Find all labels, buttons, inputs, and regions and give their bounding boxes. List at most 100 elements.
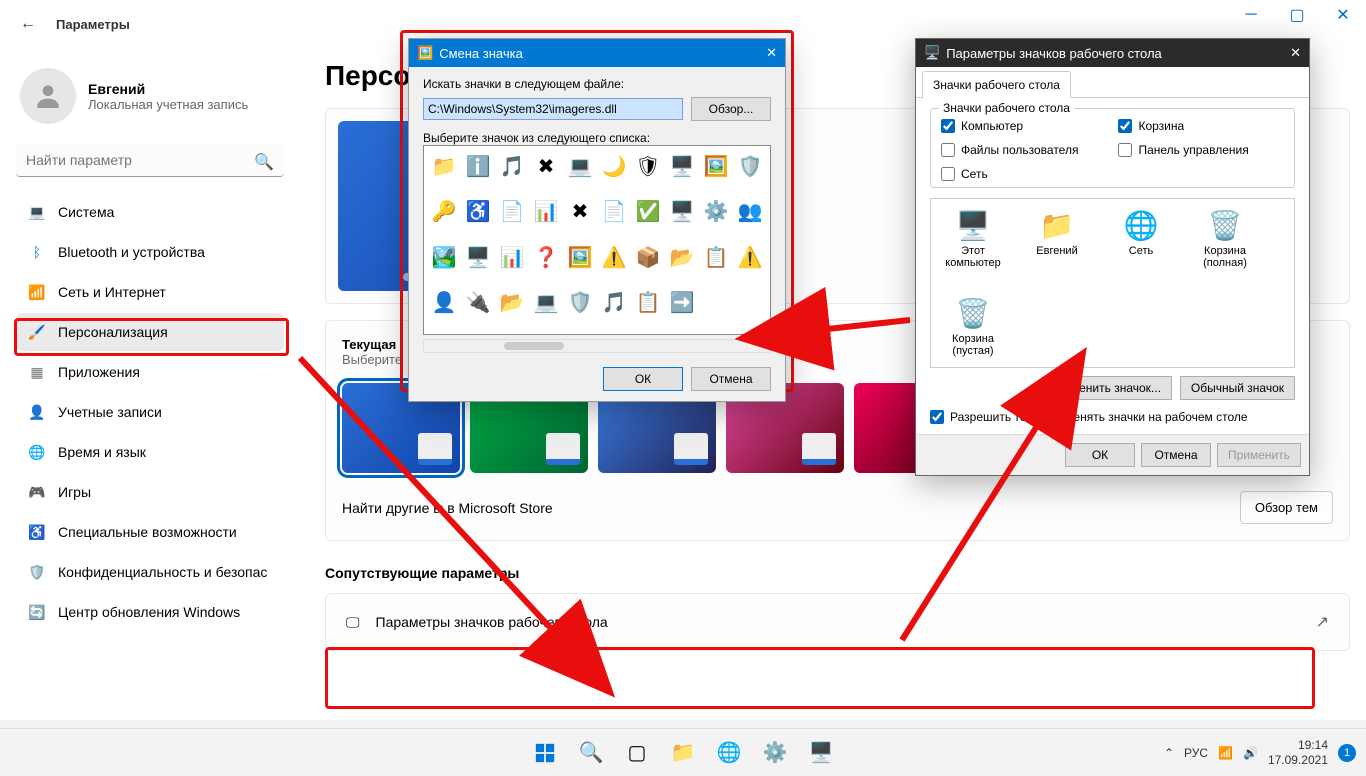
icon-option[interactable]: 👥 [736,198,764,226]
icon-option[interactable]: 👤 [430,289,458,317]
settings-taskbar-icon[interactable]: ⚙️ [755,733,795,773]
icon-option[interactable]: 🎵 [498,152,526,180]
icon-option[interactable]: 📋 [702,243,730,271]
sidebar-item-0[interactable]: 💻Система [16,193,284,231]
maximize-button[interactable]: ▢ [1274,0,1320,30]
icon-option[interactable]: 💻 [566,152,594,180]
icon-option[interactable]: 🖼️ [566,243,594,271]
icon-option[interactable]: ✖ [532,152,560,180]
checkbox-Корзина[interactable]: Корзина [1118,119,1248,133]
select-icon-label: Выберите значок из следующего списка: [423,131,771,145]
dialog1-ok-button[interactable]: ОК [603,367,683,391]
icon-grid-scrollbar[interactable] [423,339,771,353]
sidebar-item-4[interactable]: ▦Приложения [16,353,284,391]
icon-option[interactable]: 📁 [430,152,458,180]
preview-icon[interactable]: 🗑️Корзина (пустая) [941,297,1005,357]
sidebar-item-2[interactable]: 📶Сеть и Интернет [16,273,284,311]
clock[interactable]: 19:14 17.09.2021 [1268,738,1328,767]
icon-grid[interactable]: 📁ℹ️🎵✖💻🌙🛡🖥️🖼️🛡️🔑♿📄📊✖📄✅🖥️⚙️👥🏞️🖥️📊❓🖼️⚠️📦📂📋⚠… [423,145,771,335]
icon-option[interactable]: ⚠️ [736,243,764,271]
dialog2-ok-button[interactable]: ОК [1065,443,1135,467]
icon-option[interactable]: 🛡️ [736,152,764,180]
network-icon[interactable]: 📶 [1218,746,1233,760]
icon-option[interactable]: ♿ [464,198,492,226]
sidebar-item-6[interactable]: 🌐Время и язык [16,433,284,471]
preview-icon[interactable]: 📁Евгений [1025,209,1089,269]
dialog1-close-button[interactable]: ✕ [766,45,777,61]
dialog2-close-button[interactable]: ✕ [1290,45,1301,61]
preview-icon[interactable]: 🌐Сеть [1109,209,1173,269]
icon-option[interactable]: ✖ [566,198,594,226]
user-block[interactable]: Евгений Локальная учетная запись [16,60,284,144]
start-button[interactable] [525,733,565,773]
checkbox-Файлы пользователя[interactable]: Файлы пользователя [941,143,1078,157]
icon-option[interactable]: 🔑 [430,198,458,226]
sidebar-item-9[interactable]: 🛡️Конфиденциальность и безопас [16,553,284,591]
browse-themes-button[interactable]: Обзор тем [1240,491,1333,524]
search-container: 🔍 [16,144,284,177]
preview-icon[interactable]: 🖥️Этот компьютер [941,209,1005,269]
minimize-button[interactable]: ─ [1228,0,1274,30]
dialog2-cancel-button[interactable]: Отмена [1141,443,1211,467]
icon-option[interactable]: 📦 [634,243,662,271]
icon-option[interactable]: ➡️ [668,289,696,317]
icon-option[interactable]: 📄 [498,198,526,226]
search-input[interactable] [16,144,284,177]
dialog2-apply-button[interactable]: Применить [1217,443,1301,467]
icon-option[interactable]: 🖥️ [464,243,492,271]
checkbox-Сеть[interactable]: Сеть [941,167,1078,181]
checkbox-Компьютер[interactable]: Компьютер [941,119,1078,133]
file-explorer-icon[interactable]: 📁 [663,733,703,773]
icon-option[interactable]: 📂 [498,289,526,317]
edge-icon[interactable]: 🌐 [709,733,749,773]
store-link[interactable]: Найти другие ы в Microsoft Store [342,500,553,516]
icon-option[interactable]: 📋 [634,289,662,317]
theme-section-sub: Выберите [342,352,402,367]
icon-option[interactable]: ℹ️ [464,152,492,180]
sidebar-item-8[interactable]: ♿Специальные возможности [16,513,284,551]
icon-option[interactable]: 🛡 [634,152,662,180]
icon-option[interactable]: 🖥️ [668,198,696,226]
related-desktop-icons[interactable]: 🖵 Параметры значков рабочего стола ↗ [325,593,1350,651]
notification-badge[interactable]: 1 [1338,744,1356,762]
icon-option[interactable]: ⚙️ [702,198,730,226]
checkbox-Панель управления[interactable]: Панель управления [1118,143,1248,157]
tray-chevron-icon[interactable]: ⌃ [1164,746,1174,760]
icon-option[interactable]: 💻 [532,289,560,317]
icon-option[interactable]: 📂 [668,243,696,271]
sidebar-item-10[interactable]: 🔄Центр обновления Windows [16,593,284,631]
taskbar-search-icon[interactable]: 🔍 [571,733,611,773]
task-view-icon[interactable]: ▢ [617,733,657,773]
sidebar-item-3[interactable]: 🖌️Персонализация [16,313,284,351]
icon-option[interactable]: 🛡️ [566,289,594,317]
icon-option[interactable]: 🌙 [600,152,628,180]
icon-preview-pane[interactable]: 🖥️Этот компьютер 📁Евгений 🌐Сеть 🗑️Корзина (… [930,198,1295,368]
icon-option[interactable]: 🔌 [464,289,492,317]
icon-option[interactable]: 📊 [532,198,560,226]
volume-icon[interactable]: 🔊 [1243,746,1258,760]
icon-option[interactable]: ❓ [532,243,560,271]
icon-file-path-input[interactable] [423,98,683,120]
tab-desktop-icons[interactable]: Значки рабочего стола [922,71,1071,98]
icon-option[interactable]: 🖥️ [668,152,696,180]
sidebar-item-1[interactable]: ᛒBluetooth и устройства [16,233,284,271]
app-icon[interactable]: 🖥️ [801,733,841,773]
back-button[interactable]: ← [16,12,40,36]
icon-option[interactable]: 🏞️ [430,243,458,271]
icon-option[interactable]: 📄 [600,198,628,226]
icon-option[interactable]: 🎵 [600,289,628,317]
default-icon-button[interactable]: Обычный значок [1180,376,1295,400]
icon-option[interactable]: ✅ [634,198,662,226]
allow-themes-checkbox[interactable]: Разрешить темам изменять значки на рабоч… [930,410,1295,424]
sidebar-item-7[interactable]: 🎮Игры [16,473,284,511]
dialog1-cancel-button[interactable]: Отмена [691,367,771,391]
browse-button[interactable]: Обзор... [691,97,771,121]
preview-icon[interactable]: 🗑️Корзина (полная) [1193,209,1257,269]
language-indicator[interactable]: РУС [1184,746,1208,760]
icon-option[interactable]: 📊 [498,243,526,271]
close-button[interactable]: ✕ [1320,0,1366,30]
change-icon-button[interactable]: Сменить значок... [1051,376,1172,400]
icon-option[interactable]: 🖼️ [702,152,730,180]
icon-option[interactable]: ⚠️ [600,243,628,271]
sidebar-item-5[interactable]: 👤Учетные записи [16,393,284,431]
